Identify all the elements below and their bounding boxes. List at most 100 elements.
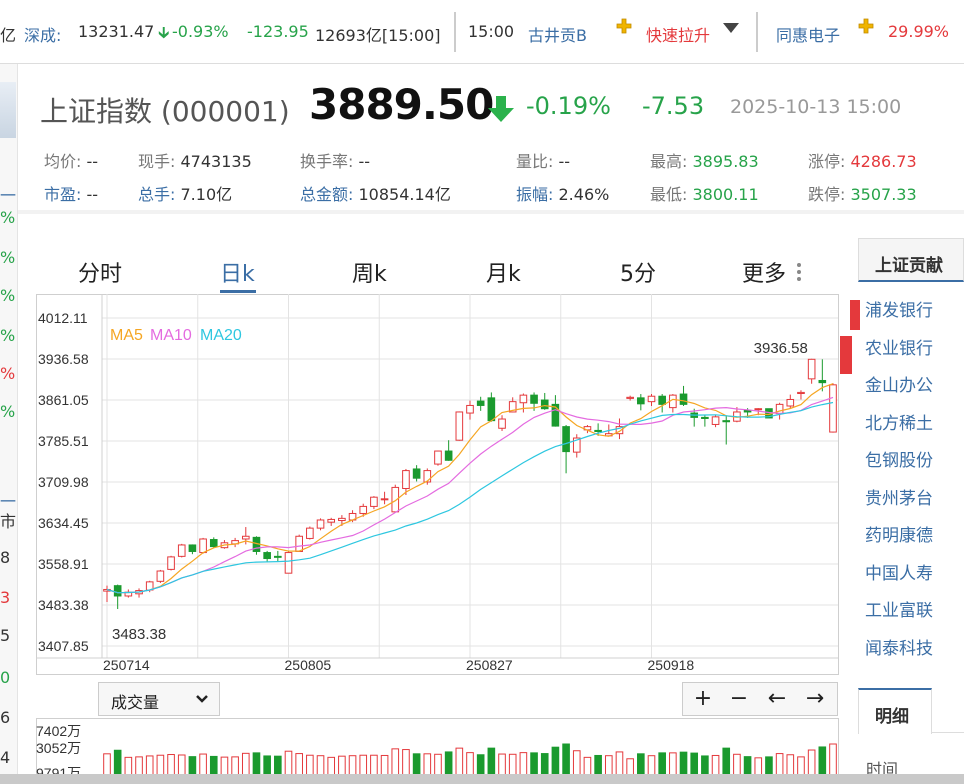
candle-body [327, 518, 336, 523]
plus-icon[interactable] [858, 18, 874, 38]
contribution-item[interactable]: 北方稀土 [865, 409, 933, 434]
candle-body [679, 393, 688, 405]
stat-amount: 总金额: 10854.14亿 [300, 181, 451, 205]
pan-left-button[interactable]: ← [759, 685, 795, 713]
stat-label[interactable]: 总金额: [300, 185, 353, 204]
pan-right-button[interactable]: → [797, 685, 833, 713]
left-strip-text: 5 [0, 626, 11, 645]
candle-body [263, 552, 271, 560]
avatar [0, 82, 16, 138]
stat-label: 均价: [44, 152, 82, 171]
indicator-select-value: 成交量 [111, 693, 160, 712]
left-strip-text: % [0, 208, 16, 227]
stat-label: 最高: [650, 152, 688, 171]
stat-vol: 总手: 7.10亿 [138, 181, 232, 205]
candle-body [807, 358, 816, 380]
ticker-divider [756, 12, 758, 52]
y-axis: 4012.11 3936.58 3861.05 3785.51 3709.98 3634.… [38, 310, 89, 654]
ticker-event[interactable]: 快速拉升 [646, 22, 710, 46]
stat-low: 最低: 3800.11 [650, 181, 759, 205]
chevron-down-icon [195, 687, 209, 715]
stat-value: 4286.73 [850, 152, 917, 171]
contribution-item[interactable]: 浦发银行 [865, 296, 933, 321]
sz-index-label[interactable]: 深成: [24, 22, 61, 46]
stat-avg: 均价: -- [44, 148, 98, 172]
zoom-out-button[interactable]: − [721, 685, 757, 713]
chevron-down-icon[interactable] [722, 20, 740, 39]
down-arrow-icon: 🡳 [158, 23, 170, 42]
left-strip-text: 0 [0, 668, 11, 687]
left-strip-text: 3 [0, 588, 11, 607]
contribution-title[interactable]: 上证贡献 [858, 238, 964, 282]
y-tick-label: 4012.11 [38, 310, 88, 326]
more-dots-icon[interactable] [796, 262, 802, 286]
stat-label[interactable]: 振幅: [516, 185, 553, 204]
candle-body [829, 384, 837, 433]
tab-intraday[interactable]: 分时 [78, 256, 122, 288]
candle-body [711, 416, 720, 425]
candle-body [444, 450, 453, 461]
min-price-label: 3483.38 [112, 626, 166, 643]
left-strip-text: 6 [0, 708, 11, 727]
tab-details[interactable]: 明细 [858, 688, 932, 734]
chart-zoom-toolbar: + − ← → [682, 682, 838, 716]
left-strip-text: % [0, 326, 16, 345]
indicator-select[interactable]: 成交量 [98, 682, 220, 716]
contribution-item[interactable]: 包钢股份 [865, 446, 933, 471]
horizontal-scrollbar[interactable] [0, 774, 964, 784]
candle-body [177, 544, 186, 557]
candle-body [626, 396, 634, 399]
stat-cur: 现手: 4743135 [138, 148, 252, 172]
candle-body [156, 570, 165, 582]
stat-label: 现手: [138, 152, 176, 171]
candle-body [818, 379, 827, 384]
contribution-item[interactable]: 中国人寿 [865, 559, 933, 584]
stat-turnover: 换手率: -- [300, 148, 370, 172]
tab-5min[interactable]: 5分 [620, 256, 656, 288]
candle-body [562, 426, 570, 453]
index-change-pct: -0.19% [526, 92, 611, 120]
candle-body [274, 555, 282, 558]
y-tick-label: 3709.98 [38, 474, 89, 490]
candle-body [284, 552, 293, 574]
stat-label[interactable]: 总手: [138, 185, 175, 204]
candle-body [797, 391, 805, 395]
stat-value: 7.10亿 [180, 185, 233, 204]
tab-more[interactable]: 更多 [742, 256, 786, 288]
candle-body [658, 395, 666, 405]
left-strip-text: 一 [0, 186, 17, 205]
contribution-item[interactable]: 农业银行 [865, 334, 933, 359]
index-title: 上证指数 (000001) [40, 95, 290, 128]
candle-body [412, 468, 421, 479]
candle-body [113, 585, 122, 597]
contribution-item[interactable]: 金山办公 [865, 371, 933, 396]
index-price: 3889.50 [309, 80, 494, 129]
contribution-item[interactable]: 贵州茅台 [865, 484, 933, 509]
x-tick-label: 250918 [648, 657, 695, 673]
quote-header: 上证指数 (000001) 3889.50 -0.19% -7.53 2025-… [18, 64, 964, 214]
candle-body [466, 404, 474, 414]
candle-body [188, 544, 197, 552]
contribution-item[interactable]: 闻泰科技 [865, 634, 933, 659]
candle-body [594, 429, 602, 433]
ticker-stock2[interactable]: 同惠电子 [776, 22, 840, 46]
kline-chart[interactable]: 4012.11 3936.58 3861.05 3785.51 3709.98 3634.… [36, 294, 840, 676]
tab-weekly-k[interactable]: 周k [352, 256, 387, 288]
stat-value: 3507.33 [850, 185, 917, 204]
ticker-stock1[interactable]: 古井贡B [528, 22, 587, 46]
stat-label[interactable]: 市盈: [44, 185, 81, 204]
max-price-label: 3936.58 [754, 340, 808, 357]
period-tabs: 分时 日k 周k 月k 5分 更多 [36, 248, 838, 294]
stat-value: -- [558, 152, 571, 171]
tab-monthly-k[interactable]: 月k [486, 256, 521, 288]
left-strip-text: 市 [0, 512, 17, 531]
volume-chart[interactable]: 7402万 3052万 9791万 [36, 718, 840, 778]
contribution-item[interactable]: 药明康德 [865, 521, 933, 546]
quote-time: 2025-10-13 15:00 [730, 96, 902, 118]
stat-amp: 振幅: 2.46% [516, 181, 609, 205]
tab-daily-k[interactable]: 日k [220, 256, 255, 288]
left-strip-text: 4 [0, 748, 11, 767]
plus-icon[interactable] [616, 18, 632, 38]
zoom-in-button[interactable]: + [685, 685, 721, 713]
contribution-item[interactable]: 工业富联 [865, 596, 933, 621]
